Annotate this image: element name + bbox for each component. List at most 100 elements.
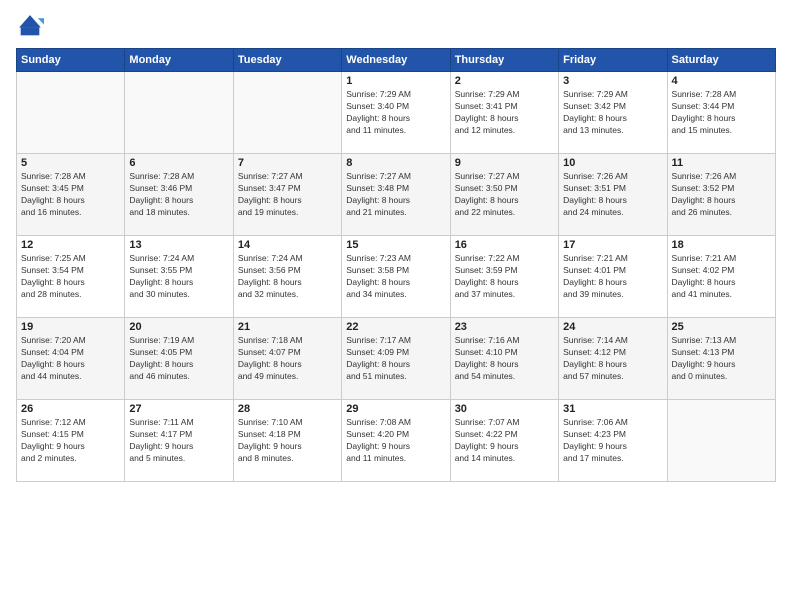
- day-number: 21: [238, 321, 337, 333]
- cell-content: Sunrise: 7:08 AM Sunset: 4:20 PM Dayligh…: [346, 417, 445, 465]
- cell-content: Sunrise: 7:23 AM Sunset: 3:58 PM Dayligh…: [346, 253, 445, 301]
- calendar-cell: 3 Sunrise: 7:29 AM Sunset: 3:42 PM Daylig…: [559, 72, 667, 154]
- calendar-cell: [125, 72, 233, 154]
- day-number: 2: [455, 75, 554, 87]
- cell-content: Sunrise: 7:24 AM Sunset: 3:56 PM Dayligh…: [238, 253, 337, 301]
- calendar-cell: 15 Sunrise: 7:23 AM Sunset: 3:58 PM Dayli…: [342, 236, 450, 318]
- day-number: 5: [21, 157, 120, 169]
- calendar-cell: 14 Sunrise: 7:24 AM Sunset: 3:56 PM Dayli…: [233, 236, 341, 318]
- calendar-cell: 27Sunrise: 7:11 AM Sunset: 4:17 PM Dayli…: [125, 400, 233, 482]
- calendar-cell: 2 Sunrise: 7:29 AM Sunset: 3:41 PM Daylig…: [450, 72, 558, 154]
- day-number: 19: [21, 321, 120, 333]
- calendar-cell: 7Sunrise: 7:27 AM Sunset: 3:47 PM Daylig…: [233, 154, 341, 236]
- calendar-week-row: 5 Sunrise: 7:28 AM Sunset: 3:45 PM Daylig…: [17, 154, 776, 236]
- day-number: 23: [455, 321, 554, 333]
- calendar-week-row: 26Sunrise: 7:12 AM Sunset: 4:15 PM Dayli…: [17, 400, 776, 482]
- calendar-cell: 6 Sunrise: 7:28 AM Sunset: 3:46 PM Daylig…: [125, 154, 233, 236]
- calendar-cell: 23 Sunrise: 7:16 AM Sunset: 4:10 PM Dayli…: [450, 318, 558, 400]
- weekday-header: Saturday: [667, 49, 775, 72]
- calendar-cell: 25 Sunrise: 7:13 AM Sunset: 4:13 PM Dayli…: [667, 318, 775, 400]
- day-number: 3: [563, 75, 662, 87]
- day-number: 14: [238, 239, 337, 251]
- day-number: 30: [455, 403, 554, 415]
- cell-content: Sunrise: 7:27 AM Sunset: 3:50 PM Dayligh…: [455, 171, 554, 219]
- calendar-cell: 28Sunrise: 7:10 AM Sunset: 4:18 PM Dayli…: [233, 400, 341, 482]
- cell-content: Sunrise: 7:29 AM Sunset: 3:42 PM Dayligh…: [563, 89, 662, 137]
- cell-content: Sunrise: 7:19 AM Sunset: 4:05 PM Dayligh…: [129, 335, 228, 383]
- cell-content: Sunrise: 7:13 AM Sunset: 4:13 PM Dayligh…: [672, 335, 771, 383]
- day-number: 10: [563, 157, 662, 169]
- weekday-header: Tuesday: [233, 49, 341, 72]
- weekday-header: Wednesday: [342, 49, 450, 72]
- cell-content: Sunrise: 7:06 AM Sunset: 4:23 PM Dayligh…: [563, 417, 662, 465]
- day-number: 22: [346, 321, 445, 333]
- calendar-cell: 1 Sunrise: 7:29 AM Sunset: 3:40 PM Daylig…: [342, 72, 450, 154]
- weekday-header: Thursday: [450, 49, 558, 72]
- calendar-week-row: 1 Sunrise: 7:29 AM Sunset: 3:40 PM Daylig…: [17, 72, 776, 154]
- day-number: 31: [563, 403, 662, 415]
- day-number: 26: [21, 403, 120, 415]
- day-number: 27: [129, 403, 228, 415]
- calendar-cell: 11Sunrise: 7:26 AM Sunset: 3:52 PM Dayli…: [667, 154, 775, 236]
- cell-content: Sunrise: 7:21 AM Sunset: 4:01 PM Dayligh…: [563, 253, 662, 301]
- day-number: 29: [346, 403, 445, 415]
- day-number: 9: [455, 157, 554, 169]
- calendar-cell: [17, 72, 125, 154]
- cell-content: Sunrise: 7:28 AM Sunset: 3:45 PM Dayligh…: [21, 171, 120, 219]
- day-number: 4: [672, 75, 771, 87]
- calendar-cell: 17 Sunrise: 7:21 AM Sunset: 4:01 PM Dayli…: [559, 236, 667, 318]
- day-number: 20: [129, 321, 228, 333]
- day-number: 15: [346, 239, 445, 251]
- day-number: 6: [129, 157, 228, 169]
- day-number: 1: [346, 75, 445, 87]
- weekday-header-row: SundayMondayTuesdayWednesdayThursdayFrid…: [17, 49, 776, 72]
- cell-content: Sunrise: 7:25 AM Sunset: 3:54 PM Dayligh…: [21, 253, 120, 301]
- cell-content: Sunrise: 7:27 AM Sunset: 3:47 PM Dayligh…: [238, 171, 337, 219]
- cell-content: Sunrise: 7:26 AM Sunset: 3:51 PM Dayligh…: [563, 171, 662, 219]
- cell-content: Sunrise: 7:29 AM Sunset: 3:40 PM Dayligh…: [346, 89, 445, 137]
- calendar-cell: 5 Sunrise: 7:28 AM Sunset: 3:45 PM Daylig…: [17, 154, 125, 236]
- cell-content: Sunrise: 7:28 AM Sunset: 3:46 PM Dayligh…: [129, 171, 228, 219]
- weekday-header: Monday: [125, 49, 233, 72]
- cell-content: Sunrise: 7:07 AM Sunset: 4:22 PM Dayligh…: [455, 417, 554, 465]
- calendar-cell: 22 Sunrise: 7:17 AM Sunset: 4:09 PM Dayli…: [342, 318, 450, 400]
- day-number: 12: [21, 239, 120, 251]
- calendar-cell: 12 Sunrise: 7:25 AM Sunset: 3:54 PM Dayli…: [17, 236, 125, 318]
- calendar-cell: 26Sunrise: 7:12 AM Sunset: 4:15 PM Dayli…: [17, 400, 125, 482]
- weekday-header: Sunday: [17, 49, 125, 72]
- day-number: 8: [346, 157, 445, 169]
- calendar-cell: 31 Sunrise: 7:06 AM Sunset: 4:23 PM Dayli…: [559, 400, 667, 482]
- day-number: 13: [129, 239, 228, 251]
- calendar-cell: 4 Sunrise: 7:28 AM Sunset: 3:44 PM Daylig…: [667, 72, 775, 154]
- cell-content: Sunrise: 7:16 AM Sunset: 4:10 PM Dayligh…: [455, 335, 554, 383]
- day-number: 17: [563, 239, 662, 251]
- calendar-cell: 18Sunrise: 7:21 AM Sunset: 4:02 PM Dayli…: [667, 236, 775, 318]
- logo-icon: [16, 12, 44, 40]
- calendar-cell: [667, 400, 775, 482]
- weekday-header: Friday: [559, 49, 667, 72]
- cell-content: Sunrise: 7:24 AM Sunset: 3:55 PM Dayligh…: [129, 253, 228, 301]
- page: SundayMondayTuesdayWednesdayThursdayFrid…: [0, 0, 792, 612]
- logo: [16, 12, 48, 40]
- cell-content: Sunrise: 7:18 AM Sunset: 4:07 PM Dayligh…: [238, 335, 337, 383]
- calendar-cell: 9 Sunrise: 7:27 AM Sunset: 3:50 PM Daylig…: [450, 154, 558, 236]
- calendar-cell: 30 Sunrise: 7:07 AM Sunset: 4:22 PM Dayli…: [450, 400, 558, 482]
- cell-content: Sunrise: 7:22 AM Sunset: 3:59 PM Dayligh…: [455, 253, 554, 301]
- calendar: SundayMondayTuesdayWednesdayThursdayFrid…: [16, 48, 776, 482]
- day-number: 28: [238, 403, 337, 415]
- day-number: 24: [563, 321, 662, 333]
- cell-content: Sunrise: 7:28 AM Sunset: 3:44 PM Dayligh…: [672, 89, 771, 137]
- day-number: 25: [672, 321, 771, 333]
- cell-content: Sunrise: 7:17 AM Sunset: 4:09 PM Dayligh…: [346, 335, 445, 383]
- day-number: 16: [455, 239, 554, 251]
- cell-content: Sunrise: 7:29 AM Sunset: 3:41 PM Dayligh…: [455, 89, 554, 137]
- calendar-cell: 16 Sunrise: 7:22 AM Sunset: 3:59 PM Dayli…: [450, 236, 558, 318]
- header: [16, 12, 776, 40]
- calendar-cell: 19Sunrise: 7:20 AM Sunset: 4:04 PM Dayli…: [17, 318, 125, 400]
- calendar-cell: [233, 72, 341, 154]
- calendar-cell: 21 Sunrise: 7:18 AM Sunset: 4:07 PM Dayli…: [233, 318, 341, 400]
- calendar-cell: 8 Sunrise: 7:27 AM Sunset: 3:48 PM Daylig…: [342, 154, 450, 236]
- cell-content: Sunrise: 7:21 AM Sunset: 4:02 PM Dayligh…: [672, 253, 771, 301]
- cell-content: Sunrise: 7:27 AM Sunset: 3:48 PM Dayligh…: [346, 171, 445, 219]
- calendar-cell: 13 Sunrise: 7:24 AM Sunset: 3:55 PM Dayli…: [125, 236, 233, 318]
